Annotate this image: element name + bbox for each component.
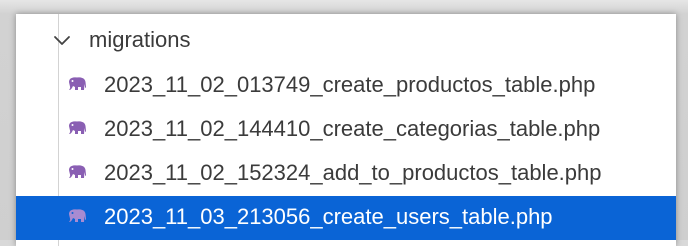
- file-explorer-panel: migrations 2023_11_02_013749_create_prod…: [16, 14, 676, 246]
- chevron-down-icon[interactable]: [52, 31, 72, 51]
- file-label: 2023_11_03_213056_create_users_table.php: [104, 204, 553, 229]
- file-label: 2023_11_02_144410_create_categorias_tabl…: [104, 116, 601, 141]
- file-label: 2023_11_02_152324_add_to_productos_table…: [104, 160, 602, 185]
- php-elephant-icon: [66, 120, 88, 138]
- file-label: 2023_11_02_013749_create_productos_table…: [104, 72, 596, 97]
- file-item-selected[interactable]: 2023_11_03_213056_create_users_table.php: [16, 196, 676, 240]
- file-item[interactable]: 2023_11_02_013749_create_productos_table…: [16, 64, 676, 108]
- folder-migrations[interactable]: migrations: [16, 20, 676, 60]
- file-item[interactable]: 2023_11_02_144410_create_categorias_tabl…: [16, 108, 676, 152]
- window-frame: migrations 2023_11_02_013749_create_prod…: [0, 0, 688, 246]
- file-item[interactable]: 2023_11_02_152324_add_to_productos_table…: [16, 152, 676, 196]
- php-elephant-icon: [66, 164, 88, 182]
- php-elephant-icon: [66, 76, 88, 94]
- folder-label: migrations: [89, 27, 191, 52]
- php-elephant-icon: [66, 208, 88, 226]
